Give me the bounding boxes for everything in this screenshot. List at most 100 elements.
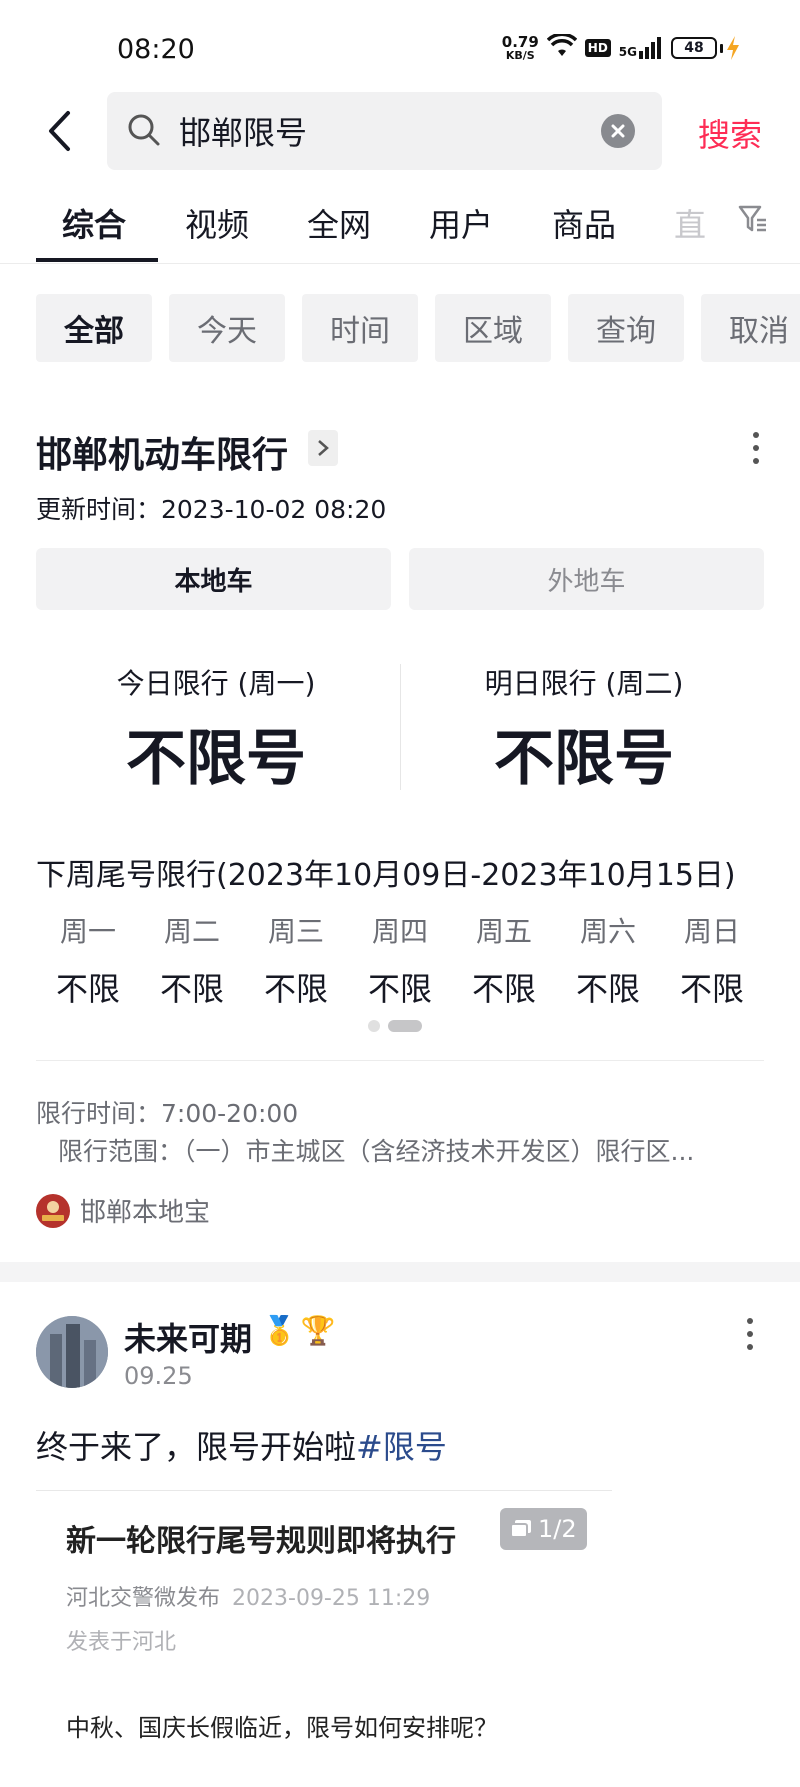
net-speed: 0.79 KB/S (501, 33, 539, 62)
clear-search-button[interactable] (601, 114, 635, 148)
source-name: 邯郸本地宝 (80, 1198, 211, 1228)
author-name[interactable]: 未来可期 (124, 1314, 252, 1360)
dot (747, 1331, 753, 1337)
tab-live[interactable]: 直 (674, 200, 706, 246)
week-day: 周四 (371, 915, 428, 948)
chip-query[interactable]: 查询 (568, 294, 684, 362)
carousel-dot (368, 1020, 380, 1032)
tomorrow-limit: 明日限行 (周二) 不限号 (404, 662, 764, 797)
search-input[interactable] (179, 108, 579, 154)
today-label: 今日限行 (周一) (116, 667, 316, 700)
search-header: 搜索 (0, 92, 800, 174)
tab-users[interactable]: 用户 (429, 200, 493, 246)
gold-medal-icon: 🥇 (262, 1314, 297, 1347)
filter-chips: 全部 今天 时间 区域 查询 取消 (0, 294, 800, 362)
chip-cancel[interactable]: 取消 (701, 294, 800, 362)
image-location: 发表于河北 (66, 1630, 177, 1655)
chip-time[interactable]: 时间 (302, 294, 418, 362)
next-week-title: 下周尾号限行(2023年10月09日-2023年10月15日) (36, 858, 736, 893)
week-day: 周六 (579, 915, 636, 948)
image-counter-text: 1/2 (538, 1515, 577, 1543)
local-car-tab[interactable]: 本地车 (36, 548, 391, 610)
avatar[interactable] (36, 1316, 108, 1388)
active-tab-indicator (36, 258, 158, 262)
image-timestamp: 2023-09-25 11:29 (232, 1586, 431, 1611)
chevron-right-icon (318, 440, 329, 456)
search-button[interactable]: 搜索 (698, 110, 762, 156)
week-value: 不限 (471, 970, 536, 1008)
week-schedule: 周一不限 周二不限 周三不限 周四 不限 周五不限 周六不限 周日 不限 (36, 910, 764, 1010)
section-divider (0, 1262, 800, 1282)
week-value: 不限 (263, 970, 328, 1008)
battery-tip (720, 43, 723, 53)
status-icons: 0.79 KB/S HD 5G 48 (501, 32, 740, 62)
week-value: 不限 (575, 970, 640, 1008)
carousel-dot-active (388, 1020, 422, 1032)
card-more-button[interactable] (744, 428, 768, 468)
result-tabs: 综合 视频 全网 用户 商品 直 (0, 174, 800, 264)
week-item-thu: 周四 不限 (348, 910, 452, 1010)
search-box[interactable] (107, 92, 662, 170)
tab-goods[interactable]: 商品 (552, 200, 616, 246)
week-day: 周日 (683, 915, 740, 948)
dot (747, 1344, 753, 1350)
chip-all[interactable]: 全部 (36, 294, 152, 362)
week-item-sat: 周六 不限 (556, 910, 660, 1010)
week-item-wed: 周三 不限 (244, 910, 348, 1010)
dot (753, 445, 759, 451)
wifi-icon (546, 32, 578, 62)
status-bar: 08:20 0.79 KB/S HD 5G 48 (0, 0, 800, 92)
week-day: 周五 (475, 915, 532, 948)
image-source: 河北交警微发布 2023-09-25 11:29 (66, 1580, 430, 1612)
source-link[interactable]: 邯郸本地宝 (36, 1192, 210, 1229)
net-speed-unit: KB/S (505, 49, 535, 62)
author-badges: 🥇 🏆 (262, 1314, 336, 1347)
week-item-fri: 周五 不限 (452, 910, 556, 1010)
search-icon (128, 114, 160, 146)
week-day: 周一 (59, 915, 116, 948)
week-value: 不限 (55, 970, 120, 1008)
back-button[interactable] (36, 106, 82, 156)
post-image[interactable]: 新一轮限行尾号规则即将执行 1/2 河北交警微发布 2023-09-25 11:2… (36, 1490, 612, 1787)
chip-today[interactable]: 今天 (169, 294, 285, 362)
tab-web[interactable]: 全网 (307, 200, 371, 246)
post-date: 09.25 (124, 1362, 193, 1390)
trophy-icon: 🏆 (300, 1314, 336, 1347)
week-item-tue: 周二 不限 (140, 910, 244, 1010)
card-title[interactable]: 邯郸机动车限行 (36, 426, 288, 478)
source-logo (36, 1193, 70, 1228)
card-open-button[interactable] (308, 430, 338, 466)
week-value: 不限 (159, 970, 224, 1008)
filter-icon (738, 205, 766, 232)
tab-all[interactable]: 综合 (62, 200, 126, 246)
hd-badge: HD (584, 39, 611, 57)
avatar-image (36, 1316, 108, 1388)
post-more-button[interactable] (738, 1314, 762, 1354)
battery-icon: 48 (671, 36, 740, 60)
week-day: 周三 (267, 915, 324, 948)
images-icon (510, 1520, 531, 1538)
week-day: 周二 (163, 915, 220, 948)
net-speed-value: 0.79 (501, 33, 539, 51)
week-item-sun: 周日 不限 (660, 910, 764, 1010)
image-counter: 1/2 (500, 1508, 587, 1550)
tomorrow-value: 不限号 (494, 724, 674, 794)
limit-time: 限行时间：7:00-20:00 (36, 1099, 299, 1128)
divider (36, 1060, 764, 1061)
update-time: 更新时间：2023-10-02 08:20 (36, 495, 387, 524)
tab-video[interactable]: 视频 (185, 200, 249, 246)
filter-button[interactable] (738, 204, 768, 238)
close-icon (611, 124, 625, 138)
nonlocal-car-tab[interactable]: 外地车 (409, 548, 764, 610)
today-limit: 今日限行 (周一) 不限号 (36, 662, 396, 797)
status-time: 08:20 (117, 34, 195, 65)
hashtag-link[interactable]: #限号 (356, 1428, 447, 1466)
limit-range: 限行范围：（一）市主城区（含经济技术开发区）限行区... (58, 1137, 695, 1166)
chip-region[interactable]: 区域 (435, 294, 551, 362)
today-value: 不限号 (126, 724, 306, 794)
tomorrow-label: 明日限行 (周二) (484, 667, 684, 700)
image-source-name: 河北交警微发布 (66, 1586, 221, 1611)
image-edge (36, 1490, 612, 1498)
signal-icon: 5G (619, 37, 663, 59)
dot (747, 1318, 753, 1324)
